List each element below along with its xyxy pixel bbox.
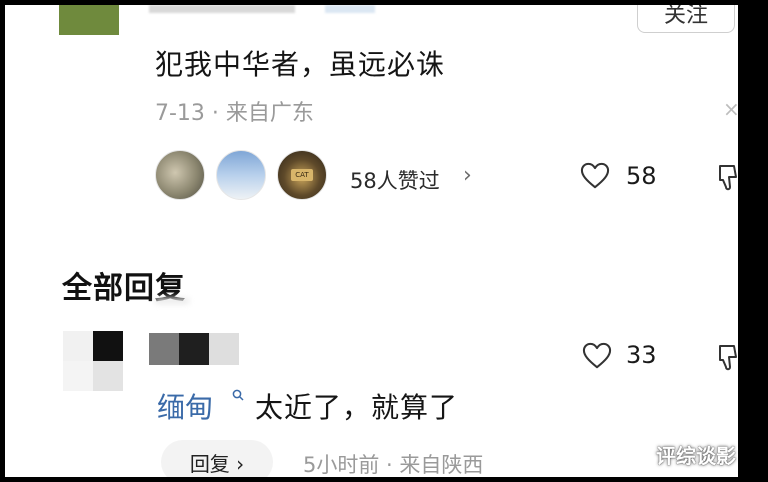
comment-text: 犯我中华者，虽远必诛 xyxy=(155,48,446,81)
avatar[interactable] xyxy=(59,5,119,35)
follow-button[interactable]: 关注 xyxy=(637,5,735,33)
avatar[interactable] xyxy=(63,331,123,391)
dislike-icon[interactable] xyxy=(716,343,738,373)
chevron-right-icon[interactable]: › xyxy=(463,163,472,188)
blurred-username xyxy=(149,5,295,13)
reply-username-mosaic[interactable] xyxy=(149,333,241,365)
section-underline xyxy=(155,298,189,304)
mention-link[interactable]: 缅甸 xyxy=(157,386,213,426)
heart-icon[interactable] xyxy=(582,342,612,370)
like-count: 58 xyxy=(626,162,657,190)
likers-count-label[interactable]: 58人赞过 xyxy=(350,165,440,195)
reply-button-label: 回复 › xyxy=(189,451,245,476)
comment-screen: 关注 犯我中华者，虽远必诛 7-13 · 来自广东 × CAT 58人赞过 › … xyxy=(5,5,738,477)
liker-avatar[interactable] xyxy=(216,150,266,200)
heart-icon[interactable] xyxy=(580,162,610,190)
avatar-badge: CAT xyxy=(291,169,313,181)
reply-text: 太近了，就算了 xyxy=(255,391,459,424)
reply-button[interactable]: 回复 › xyxy=(161,440,273,477)
blurred-badge xyxy=(325,5,375,13)
close-icon[interactable]: × xyxy=(723,97,738,121)
search-icon[interactable] xyxy=(232,389,244,401)
comment-meta: 7-13 · 来自广东 xyxy=(155,101,314,126)
dislike-icon[interactable] xyxy=(716,163,738,193)
watermark: 评综谈影 xyxy=(656,444,736,468)
reply-meta: 5小时前 · 来自陕西 xyxy=(303,453,484,477)
like-count: 33 xyxy=(626,341,657,369)
frame-border xyxy=(738,5,768,477)
likers-avatars[interactable]: CAT xyxy=(155,150,338,200)
liker-avatar[interactable]: CAT xyxy=(277,150,327,200)
liker-avatar[interactable] xyxy=(155,150,205,200)
